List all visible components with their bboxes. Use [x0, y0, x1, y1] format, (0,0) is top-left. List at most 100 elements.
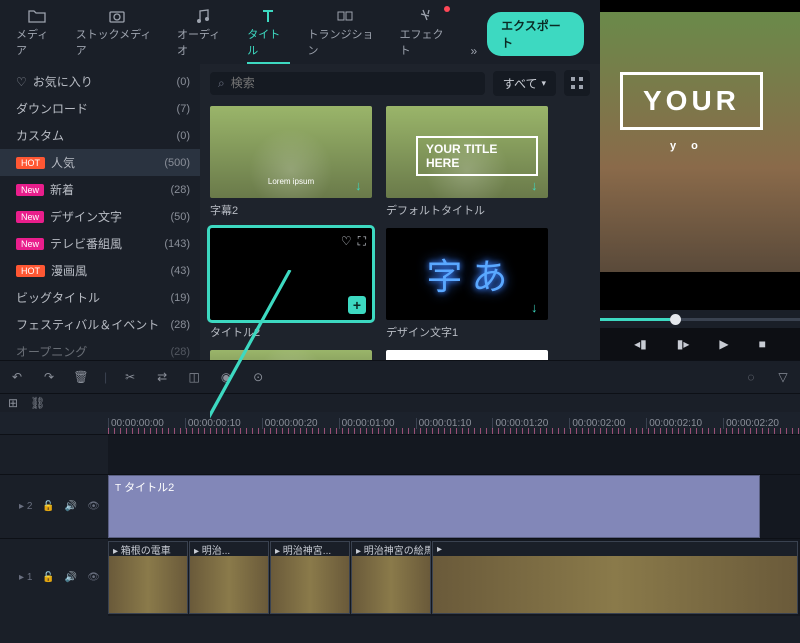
- bookmark-button[interactable]: ▽: [774, 370, 792, 384]
- preview-panel: YOURy o ◂▮ ▮▸ ▶ ■: [600, 0, 800, 360]
- transition-icon: [336, 8, 354, 24]
- video-clip[interactable]: ▸ 明治...: [189, 541, 269, 614]
- track-head: ▸ 2🔓🔊👁: [0, 475, 108, 538]
- tab-audio[interactable]: オーディオ: [169, 4, 237, 64]
- thumbnail: YOUR TITLE HERE: [386, 350, 548, 360]
- sidebar-item-custom[interactable]: カスタム(0): [0, 122, 200, 149]
- crop-button[interactable]: ◫: [185, 370, 203, 384]
- title-grid: Lorem ipsum 字幕2 YOUR TITLE HERE デフォルトタイト…: [200, 102, 600, 360]
- grid-item[interactable]: YOUR TITLE HERE デフォルトタイトル: [386, 106, 548, 218]
- item-label: タイトル2: [210, 324, 372, 340]
- text-icon: [259, 8, 277, 24]
- delete-button[interactable]: 🗑: [72, 370, 90, 384]
- badge-dot: [444, 6, 450, 12]
- grid-icon: [570, 76, 584, 90]
- video-clip[interactable]: ▸ 明治神宮の絵馬: [351, 541, 431, 614]
- lock-icon[interactable]: 🔓: [42, 501, 54, 512]
- thumbnail: Lorem ipsum: [210, 106, 372, 198]
- heart-icon: ♡: [16, 75, 27, 89]
- sidebar-item-manga[interactable]: HOT漫画風(43): [0, 257, 200, 284]
- speed-button[interactable]: ⊙: [249, 370, 267, 384]
- video-clip[interactable]: ▸ 箱根の電車: [108, 541, 188, 614]
- grid-view-button[interactable]: [564, 70, 590, 96]
- sidebar-item-festival[interactable]: フェスティバル＆イベント(28): [0, 311, 200, 338]
- mute-icon[interactable]: 🔊: [65, 501, 77, 512]
- chevron-down-icon: ▾: [541, 78, 546, 89]
- tab-transition[interactable]: トランジション: [300, 4, 390, 64]
- sidebar-item-favorites[interactable]: ♡お気に入り(0): [0, 68, 200, 95]
- top-tabs: メディア ストックメディア オーディオ タイトル トランジション エフェクト »…: [0, 0, 600, 64]
- download-icon: [354, 180, 368, 194]
- search-box[interactable]: ⌕: [210, 72, 485, 95]
- sidebar-item-download[interactable]: ダウンロード(7): [0, 95, 200, 122]
- track-video[interactable]: ▸ 1🔓🔊👁 ▸ 箱根の電車▸ 明治...▸ 明治神宮...▸ 明治神宮の絵馬▸: [0, 538, 800, 616]
- grid-item[interactable]: 字 あ デザイン文字1: [386, 228, 548, 340]
- timeline-toolbar-2: ⊞ ⛓: [0, 394, 800, 412]
- title-clip[interactable]: T タイトル2: [108, 475, 760, 538]
- audio-button[interactable]: ◉: [217, 370, 235, 384]
- expand-icon[interactable]: ⛶: [358, 234, 366, 249]
- track-head: ▸ 1🔓🔊👁: [0, 539, 108, 616]
- undo-button[interactable]: ↶: [8, 370, 26, 384]
- grid-item[interactable]: Lorem ipsum: [210, 350, 372, 360]
- track-spacer: [0, 434, 800, 474]
- grid-item[interactable]: Lorem ipsum 字幕2: [210, 106, 372, 218]
- heart-icon[interactable]: ♡: [341, 234, 352, 249]
- eye-icon[interactable]: 👁: [87, 501, 100, 512]
- grid-item[interactable]: YOUR TITLE HERE: [386, 350, 548, 360]
- seek-knob[interactable]: [670, 314, 681, 325]
- mute-icon[interactable]: 🔊: [65, 572, 77, 583]
- sidebar-item-tv[interactable]: Newテレビ番組風(143): [0, 230, 200, 257]
- sidebar-item-design[interactable]: Newデザイン文字(50): [0, 203, 200, 230]
- next-frame-button[interactable]: ▮▸: [677, 337, 690, 351]
- tab-title[interactable]: タイトル: [239, 4, 297, 64]
- item-label: デフォルトタイトル: [386, 202, 548, 218]
- timeline-toolbar: ↶ ↷ 🗑 | ✂ ⇄ ◫ ◉ ⊙ ◌ ▽: [0, 360, 800, 394]
- tab-stock[interactable]: ストックメディア: [68, 4, 167, 64]
- tabs-more[interactable]: »: [462, 38, 485, 64]
- folder-icon: [28, 8, 46, 24]
- player-controls: ◂▮ ▮▸ ▶ ■: [600, 328, 800, 360]
- thumbnail: ♡ ⛶ +: [210, 228, 372, 320]
- add-track-button[interactable]: ⊞: [8, 396, 18, 410]
- grid-item-selected[interactable]: ♡ ⛶ + タイトル2: [210, 228, 372, 340]
- sidebar-item-bigtitle[interactable]: ビッグタイトル(19): [0, 284, 200, 311]
- video-clip[interactable]: ▸ 明治神宮...: [270, 541, 350, 614]
- timeline: 00:00:00:00 00:00:00:10 00:00:00:20 00:0…: [0, 412, 800, 616]
- category-sidebar: ♡お気に入り(0) ダウンロード(7) カスタム(0) HOT人気(500) N…: [0, 64, 200, 360]
- eye-icon[interactable]: 👁: [87, 572, 100, 583]
- sidebar-item-new[interactable]: New新着(28): [0, 176, 200, 203]
- music-icon: [194, 8, 212, 24]
- export-button[interactable]: エクスポート: [487, 12, 584, 56]
- seek-bar[interactable]: [600, 310, 800, 328]
- play-button[interactable]: ▶: [719, 337, 728, 351]
- cut-button[interactable]: ✂: [121, 370, 139, 384]
- sidebar-item-opening[interactable]: オープニング(28): [0, 338, 200, 360]
- sidebar-item-popular[interactable]: HOT人気(500): [0, 149, 200, 176]
- stop-button[interactable]: ■: [759, 337, 766, 351]
- search-row: ⌕ すべて▾: [200, 64, 600, 102]
- preview-canvas[interactable]: YOURy o: [600, 0, 800, 310]
- track-title[interactable]: ▸ 2🔓🔊👁 T タイトル2: [0, 474, 800, 538]
- add-icon[interactable]: +: [348, 296, 366, 314]
- redo-button[interactable]: ↷: [40, 370, 58, 384]
- tab-effect[interactable]: エフェクト: [392, 4, 461, 64]
- search-input[interactable]: [231, 76, 477, 90]
- sparkle-icon: [417, 8, 435, 24]
- lock-icon[interactable]: 🔓: [42, 572, 54, 583]
- thumbnail: 字 あ: [386, 228, 548, 320]
- adjust-button[interactable]: ⇄: [153, 370, 171, 384]
- download-icon: [530, 302, 544, 316]
- search-icon: ⌕: [218, 76, 225, 91]
- time-ruler[interactable]: 00:00:00:00 00:00:00:10 00:00:00:20 00:0…: [0, 412, 800, 434]
- prev-button[interactable]: ◂▮: [634, 337, 647, 351]
- marker-button[interactable]: ◌: [742, 370, 760, 384]
- camera-icon: [108, 8, 126, 24]
- tab-media[interactable]: メディア: [8, 4, 66, 64]
- item-label: 字幕2: [210, 202, 372, 218]
- link-button[interactable]: ⛓: [30, 396, 45, 410]
- video-clip[interactable]: ▸: [432, 541, 798, 614]
- item-label: デザイン文字1: [386, 324, 548, 340]
- download-icon: [530, 180, 544, 194]
- filter-dropdown[interactable]: すべて▾: [493, 71, 556, 96]
